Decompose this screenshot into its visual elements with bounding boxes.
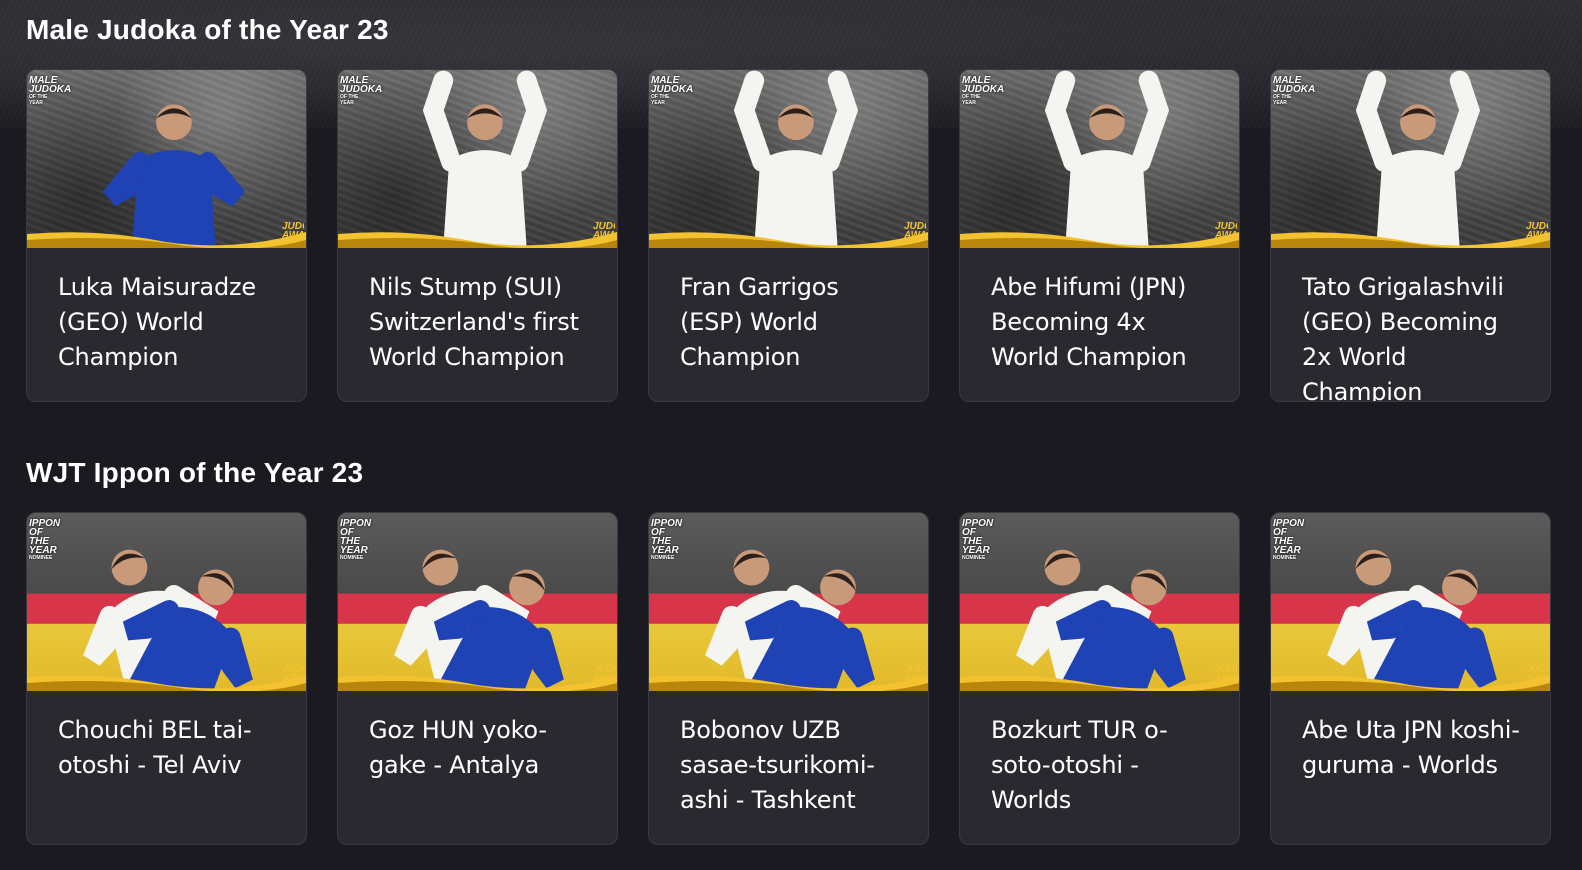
gold-wave-decoration — [27, 232, 306, 248]
athlete-illustration — [422, 70, 548, 248]
nominee-card[interactable]: IPPONOF THE YEARNOMINEE JUDO AWARD Bobono… — [648, 512, 929, 845]
award-badge-logo: MALE JUDOKA OF THE YEAR — [340, 75, 383, 107]
nominee-photo: IPPONOF THE YEARNOMINEE JUDO AWARD — [27, 513, 306, 691]
nominee-card[interactable]: MALEJUDOKAOF THE YEAR JUDO AWARD Fran Gar… — [648, 69, 929, 402]
judo-award-logo: JUDO AWARD — [1526, 665, 1548, 683]
nominee-caption: Bozkurt TUR o-soto-otoshi - Worlds — [991, 716, 1168, 814]
nominee-caption: Chouchi BEL tai-otoshi - Tel Aviv — [58, 716, 252, 779]
athlete-illustration — [83, 549, 253, 691]
award-badge-logo: IPPON OF THE YEAR NOMINEE — [29, 518, 61, 562]
nominee-card[interactable]: MALEJUDOKAOF THE YEAR JUDO AWARD Tato Gri… — [1270, 69, 1551, 402]
athlete-illustration — [1327, 549, 1497, 691]
nominee-card[interactable]: MALEJUDOKAOF THE YEAR JUDO AWARD Luka Mai… — [26, 69, 307, 402]
card-list: IPPONOF THE YEARNOMINEE JUDO AWARD Chouch… — [26, 512, 1551, 845]
athlete-illustration — [705, 549, 875, 691]
nominee-card[interactable]: IPPONOF THE YEARNOMINEE JUDO AWARD Goz HU… — [337, 512, 618, 845]
nominee-card[interactable]: IPPONOF THE YEARNOMINEE JUDO AWARD Bozkur… — [959, 512, 1240, 845]
card-list: MALEJUDOKAOF THE YEAR JUDO AWARD Luka Mai… — [26, 69, 1551, 402]
gold-wave-decoration — [27, 675, 306, 691]
nominee-card[interactable]: MALEJUDOKAOF THE YEAR JUDO AWARD Abe Hifu… — [959, 69, 1240, 402]
nominee-caption: Bobonov UZB sasae-tsurikomi-ashi - Tashk… — [680, 716, 875, 814]
award-badge-logo: MALE JUDOKA OF THE YEAR — [962, 75, 1005, 107]
award-badge-logo: MALE JUDOKA OF THE YEAR — [29, 75, 72, 107]
award-badge-logo: IPPON OF THE YEAR NOMINEE — [651, 518, 683, 562]
athlete-illustration — [1044, 70, 1170, 248]
athlete-illustration — [102, 104, 246, 248]
award-badge-logo: IPPON OF THE YEAR NOMINEE — [962, 518, 994, 562]
nominee-caption: Goz HUN yoko-gake - Antalya — [369, 716, 547, 779]
gold-wave-decoration — [1271, 232, 1550, 248]
gold-wave-decoration — [1271, 675, 1550, 691]
nominee-photo: IPPONOF THE YEARNOMINEE JUDO AWARD — [649, 513, 928, 691]
nominee-card[interactable]: IPPONOF THE YEARNOMINEE JUDO AWARD Abe Ut… — [1270, 512, 1551, 845]
judo-award-logo: JUDO AWARD — [1215, 665, 1237, 683]
athlete-illustration — [1355, 70, 1481, 248]
section-title: WJT Ippon of the Year 23 — [26, 457, 364, 488]
gold-wave-decoration — [960, 232, 1239, 248]
athlete-illustration — [733, 70, 859, 248]
nominee-photo: MALEJUDOKAOF THE YEAR JUDO AWARD — [338, 70, 617, 248]
gold-wave-decoration — [338, 232, 617, 248]
section-male-judoka: Male Judoka of the Year 23 MALE JUDOKA OF … — [26, 10, 1556, 402]
nominee-card[interactable]: MALEJUDOKAOF THE YEAR JUDO AWARD Nils Stu… — [337, 69, 618, 402]
nominee-caption: Tato Grigalashvili (GEO) Becoming 2x Wor… — [1302, 273, 1504, 402]
nominee-caption: Luka Maisuradze (GEO) World Champion — [58, 273, 256, 371]
gold-wave-decoration — [960, 675, 1239, 691]
judo-award-logo: JUDO AWARD — [1526, 222, 1548, 240]
nominee-caption: Abe Uta JPN koshi-guruma - Worlds — [1302, 716, 1520, 779]
section-title: Male Judoka of the Year 23 — [26, 14, 389, 45]
athlete-illustration — [394, 549, 564, 691]
nominee-caption: Nils Stump (SUI) Switzerland's first Wor… — [369, 273, 579, 371]
judo-award-logo: JUDO AWARD — [1215, 222, 1237, 240]
judo-award-logo: JUDO AWARD — [904, 665, 926, 683]
nominee-card[interactable]: IPPONOF THE YEARNOMINEE JUDO AWARD Chouch… — [26, 512, 307, 845]
nominee-caption: Fran Garrigos (ESP) World Champion — [680, 273, 839, 371]
judo-award-logo: JUDO AWARD — [282, 222, 304, 240]
nominee-caption: Abe Hifumi (JPN) Becoming 4x World Champ… — [991, 273, 1187, 371]
judo-award-logo: JUDO AWARD — [593, 222, 615, 240]
nominee-photo: MALEJUDOKAOF THE YEAR JUDO AWARD — [649, 70, 928, 248]
nominee-photo: IPPONOF THE YEARNOMINEE JUDO AWARD — [338, 513, 617, 691]
nominee-photo: IPPONOF THE YEARNOMINEE JUDO AWARD — [1271, 513, 1550, 691]
award-badge-logo: MALE JUDOKA OF THE YEAR — [651, 75, 694, 107]
award-badge-logo: IPPON OF THE YEAR NOMINEE — [340, 518, 372, 562]
nominee-photo: MALEJUDOKAOF THE YEAR JUDO AWARD — [27, 70, 306, 248]
award-badge-logo: IPPON OF THE YEAR NOMINEE — [1273, 518, 1305, 562]
nominee-photo: IPPONOF THE YEARNOMINEE JUDO AWARD — [960, 513, 1239, 691]
nominee-photo: MALEJUDOKAOF THE YEAR JUDO AWARD — [1271, 70, 1550, 248]
judo-award-logo: JUDO AWARD — [593, 665, 615, 683]
award-badge-logo: MALE JUDOKA OF THE YEAR — [1273, 75, 1316, 107]
gold-wave-decoration — [338, 675, 617, 691]
judo-award-logo: JUDO AWARD — [904, 222, 926, 240]
nominee-photo: MALEJUDOKAOF THE YEAR JUDO AWARD — [960, 70, 1239, 248]
gold-wave-decoration — [649, 675, 928, 691]
athlete-illustration — [1016, 549, 1186, 691]
gold-wave-decoration — [649, 232, 928, 248]
section-ippon-of-year: WJT Ippon of the Year 23 IPPON OF THE YEA… — [26, 453, 1556, 845]
judo-award-logo: JUDO AWARD — [282, 665, 304, 683]
